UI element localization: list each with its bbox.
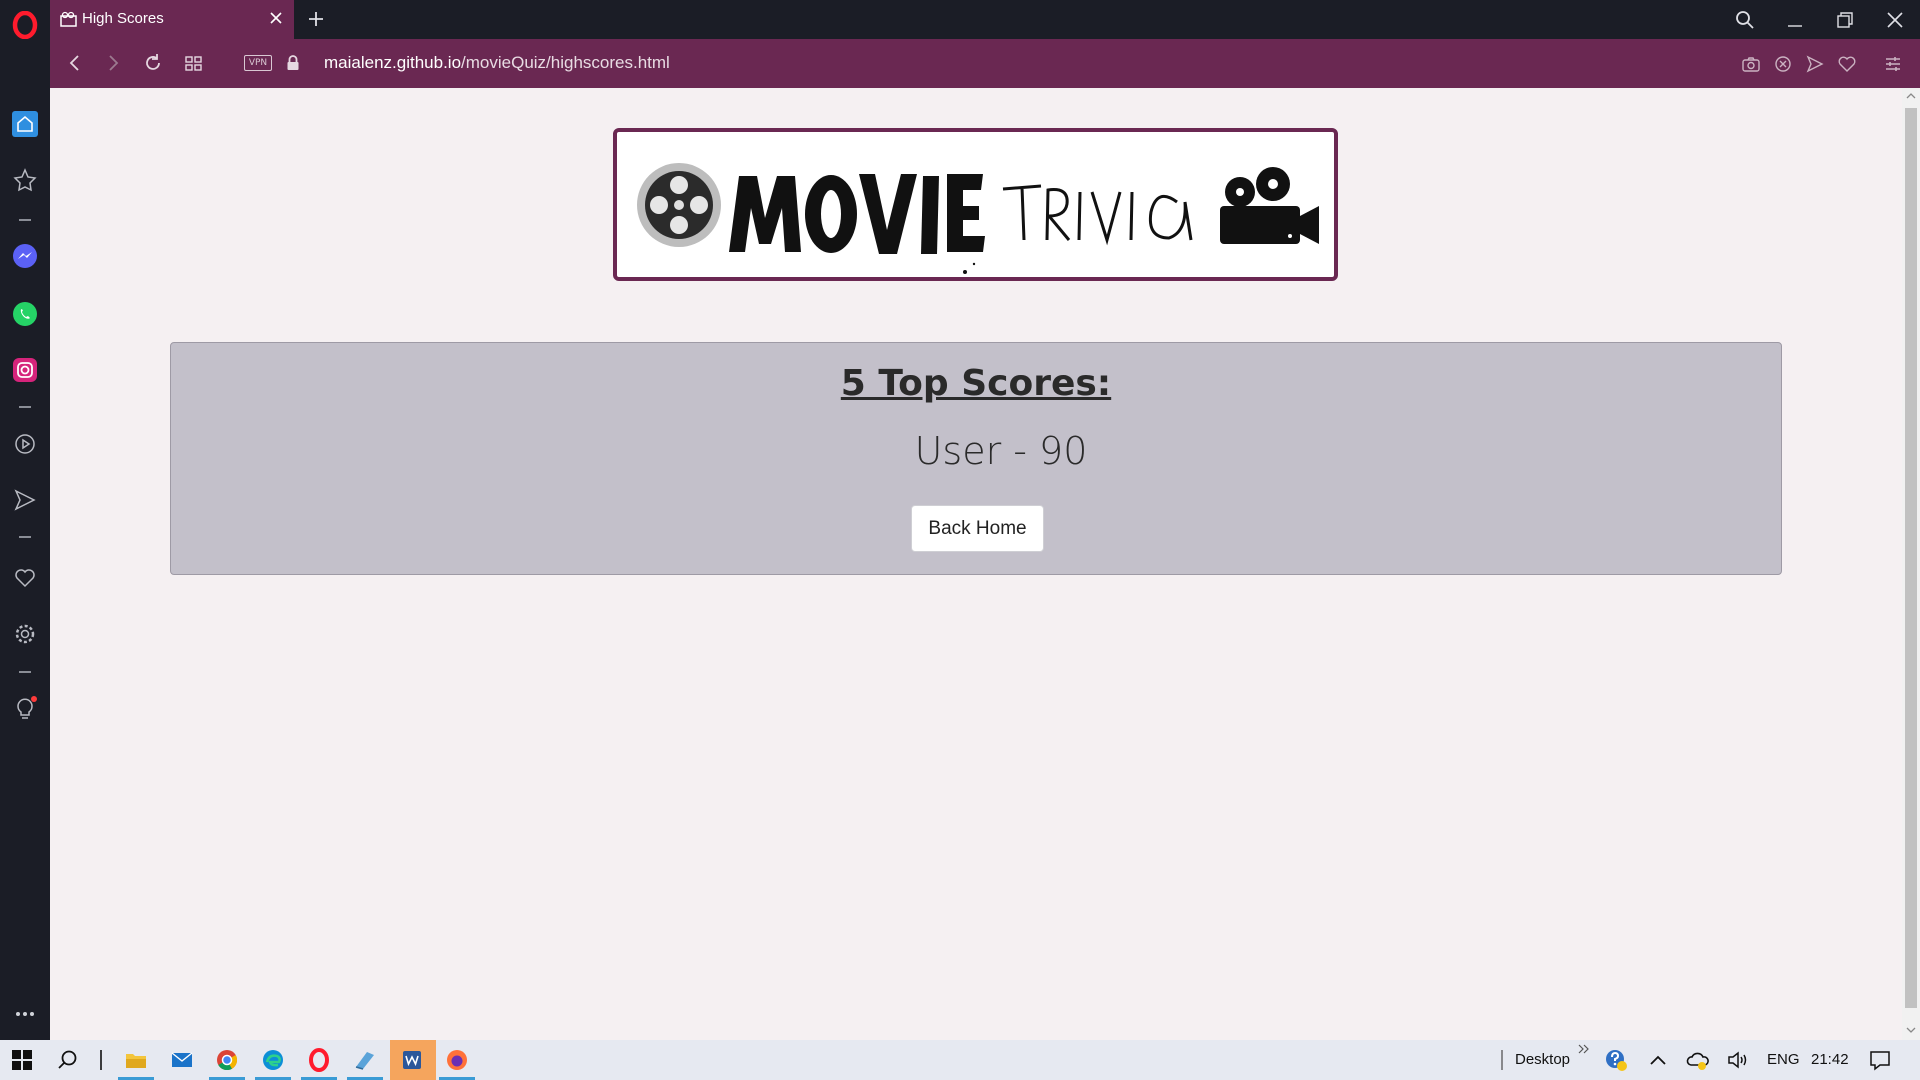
tab-grid-icon[interactable] <box>183 52 205 74</box>
logo-word-movie <box>729 174 985 274</box>
word-icon[interactable] <box>400 1048 424 1072</box>
snipping-tool-icon[interactable] <box>353 1048 377 1072</box>
easy-setup-icon[interactable] <box>1883 54 1903 74</box>
back-icon[interactable] <box>64 52 86 74</box>
film-reel-icon <box>637 163 721 247</box>
camera-icon[interactable] <box>1741 54 1761 74</box>
score-item: User - 90 <box>914 429 1088 473</box>
lock-icon[interactable] <box>286 54 300 72</box>
tab-title: High Scores <box>82 10 164 27</box>
file-explorer-icon[interactable] <box>124 1048 148 1072</box>
whatsapp-icon[interactable] <box>12 301 38 327</box>
search-icon[interactable] <box>56 1048 80 1072</box>
page-scrollbar[interactable] <box>1902 88 1920 1040</box>
sidebar-separator <box>19 536 31 538</box>
mail-icon[interactable] <box>170 1048 194 1072</box>
lightbulb-icon[interactable] <box>12 695 38 721</box>
send-icon[interactable] <box>1805 54 1825 74</box>
address-bar: VPN maialenz.github.io/movieQuiz/highsco… <box>50 39 1920 88</box>
clock[interactable]: 21:42 <box>1811 1051 1849 1068</box>
sidebar-separator <box>19 219 31 221</box>
windows-taskbar: Desktop ENG 21:42 <box>0 1040 1920 1080</box>
language-indicator[interactable]: ENG <box>1767 1051 1800 1068</box>
url-path: /movieQuiz/highscores.html <box>461 53 670 72</box>
logo-image <box>637 163 1319 274</box>
url-field[interactable]: maialenz.github.io/movieQuiz/highscores.… <box>324 53 670 73</box>
favicon-icon <box>60 11 77 27</box>
desktop-toolbar-label[interactable]: Desktop <box>1515 1051 1570 1068</box>
movie-trivia-logo <box>613 128 1338 281</box>
instagram-icon[interactable] <box>12 357 38 383</box>
high-scores-card: 5 Top Scores: User - 90 Back Home <box>170 342 1782 575</box>
tab-high-scores[interactable]: High Scores <box>50 0 294 39</box>
score-list: User - 90 <box>171 429 1781 473</box>
onedrive-icon[interactable] <box>1686 1048 1710 1072</box>
chrome-icon[interactable] <box>215 1048 239 1072</box>
new-tab-icon[interactable] <box>306 9 326 29</box>
browser-sidebar <box>0 39 50 1040</box>
minimize-icon[interactable] <box>1784 9 1806 31</box>
heart-icon[interactable] <box>1837 54 1857 74</box>
scores-heading: 5 Top Scores: <box>840 363 1112 404</box>
more-icon[interactable] <box>12 1001 38 1027</box>
logo-word-trivia <box>1002 184 1193 246</box>
vpn-badge[interactable]: VPN <box>244 55 272 71</box>
close-tab-icon[interactable] <box>268 10 284 26</box>
pinboard-icon[interactable] <box>12 167 38 193</box>
back-home-button[interactable]: Back Home <box>911 505 1044 552</box>
forward-icon[interactable] <box>102 52 124 74</box>
browser-titlebar: High Scores <box>0 0 1920 39</box>
volume-icon[interactable] <box>1726 1048 1750 1072</box>
movie-camera-icon <box>1220 167 1319 244</box>
settings-icon[interactable] <box>12 621 38 647</box>
player-icon[interactable] <box>12 431 38 457</box>
ad-block-icon[interactable] <box>1773 54 1793 74</box>
windows-start-icon[interactable] <box>10 1048 34 1072</box>
url-host: maialenz.github.io <box>324 53 462 72</box>
opera-icon[interactable] <box>307 1048 331 1072</box>
home-icon[interactable] <box>12 111 38 137</box>
sidebar-separator <box>19 406 31 408</box>
show-hidden-icons-icon[interactable] <box>1646 1048 1670 1072</box>
firefox-icon[interactable] <box>445 1048 469 1072</box>
scroll-up-icon[interactable] <box>1906 92 1916 100</box>
task-view-icon[interactable] <box>92 1048 116 1072</box>
expand-toolbar-icon[interactable] <box>1578 1044 1590 1054</box>
sidebar-separator <box>19 671 31 673</box>
page-viewport: 5 Top Scores: User - 90 Back Home <box>50 88 1902 1040</box>
restore-icon[interactable] <box>1834 9 1856 31</box>
heart-icon[interactable] <box>12 565 38 591</box>
scroll-thumb[interactable] <box>1905 108 1917 1008</box>
help-icon[interactable] <box>1604 1048 1628 1072</box>
scroll-down-icon[interactable] <box>1906 1026 1916 1034</box>
messenger-icon[interactable] <box>12 243 38 269</box>
notifications-icon[interactable] <box>1868 1048 1892 1072</box>
send-icon[interactable] <box>12 487 38 513</box>
edge-icon[interactable] <box>261 1048 285 1072</box>
close-window-icon[interactable] <box>1884 9 1906 31</box>
search-icon[interactable] <box>1734 9 1756 31</box>
opera-logo-icon[interactable] <box>12 11 38 39</box>
reload-icon[interactable] <box>142 52 164 74</box>
